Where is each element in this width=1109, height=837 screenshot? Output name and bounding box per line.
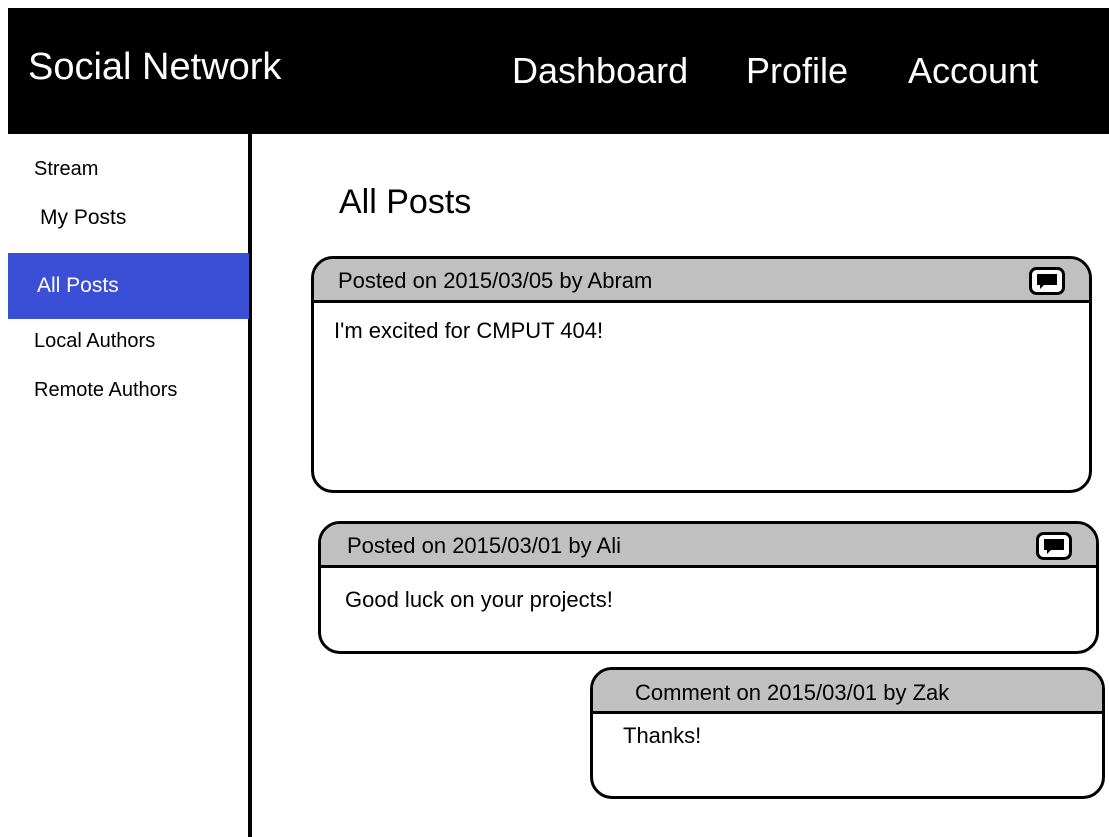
top-navigation-bar: Social Network Dashboard Profile Account	[8, 8, 1109, 134]
nav-profile[interactable]: Profile	[746, 46, 848, 96]
sidebar-item-stream[interactable]: Stream	[34, 158, 98, 181]
post-card: Posted on 2015/03/05 by Abram I'm excite…	[311, 256, 1092, 493]
post-body: Good luck on your projects!	[345, 587, 613, 612]
post-meta: Posted on 2015/03/05 by Abram	[338, 268, 653, 293]
comment-meta: Comment on 2015/03/01 by Zak	[635, 680, 950, 705]
post-header: Posted on 2015/03/01 by Ali	[321, 524, 1096, 568]
sidebar-item-remote-authors[interactable]: Remote Authors	[34, 379, 177, 402]
post-card: Posted on 2015/03/01 by Ali Good luck on…	[318, 521, 1099, 654]
nav-account[interactable]: Account	[908, 46, 1038, 96]
comment-card: Comment on 2015/03/01 by Zak Thanks!	[590, 667, 1105, 799]
comment-body: Thanks!	[623, 723, 702, 748]
comment-header: Comment on 2015/03/01 by Zak	[593, 670, 1102, 714]
sidebar-item-local-authors[interactable]: Local Authors	[34, 330, 155, 353]
nav-dashboard[interactable]: Dashboard	[512, 46, 688, 96]
post-header: Posted on 2015/03/05 by Abram	[314, 259, 1089, 303]
app-title: Social Network	[28, 46, 282, 88]
sidebar-divider	[248, 134, 252, 837]
comment-icon[interactable]	[1036, 532, 1072, 560]
sidebar-item-all-posts[interactable]: All Posts	[8, 253, 249, 319]
comment-icon[interactable]	[1029, 267, 1065, 295]
post-meta: Posted on 2015/03/01 by Ali	[347, 533, 621, 558]
post-body: I'm excited for CMPUT 404!	[334, 318, 604, 343]
sidebar-item-my-posts[interactable]: My Posts	[40, 206, 126, 230]
page-title: All Posts	[339, 183, 472, 221]
